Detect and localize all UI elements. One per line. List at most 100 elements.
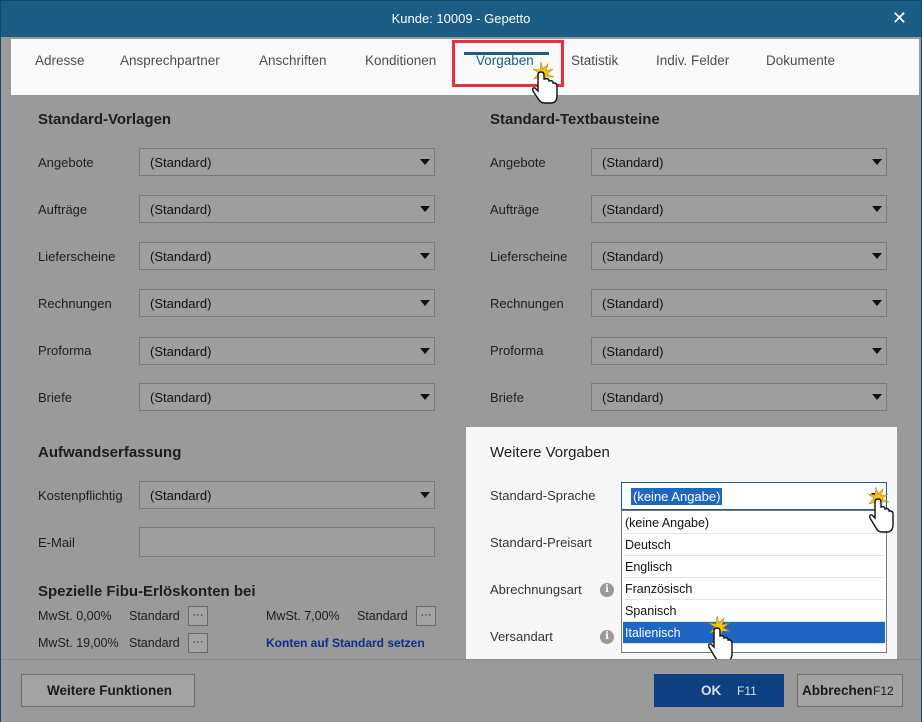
preisart-label: Standard-Preisart — [490, 535, 592, 550]
vorlagen-label-lieferscheine: Lieferscheine — [38, 249, 116, 264]
tab-anschriften[interactable]: Anschriften — [259, 53, 327, 68]
kosten-select[interactable]: (Standard) — [139, 481, 435, 509]
language-option-spanisch[interactable]: Spanisch — [623, 600, 885, 622]
hand-cursor-icon — [867, 486, 894, 533]
customer-dialog: Kunde: 10009 - Gepetto ✕ Adresse Ansprec… — [0, 0, 922, 722]
hand-cursor-icon — [708, 615, 733, 662]
fibu-value-2: Standard — [129, 636, 180, 650]
language-option-none[interactable]: (keine Angabe) — [623, 512, 885, 534]
tab-dokumente[interactable]: Dokumente — [766, 53, 835, 68]
kosten-label: Kostenpflichtig — [38, 488, 123, 503]
tab-statistik[interactable]: Statistik — [571, 53, 618, 68]
section-title-textbausteine: Standard-Textbausteine — [490, 111, 660, 128]
section-title-aufwand: Aufwandserfassung — [38, 444, 182, 461]
window-title: Kunde: 10009 - Gepetto — [391, 11, 531, 26]
select-value: (Standard) — [602, 249, 664, 264]
shortcut-label: F12 — [873, 684, 894, 698]
fibu-browse-button-0[interactable]: ··· — [188, 606, 208, 626]
text-select-auftraege[interactable]: (Standard) — [591, 195, 887, 223]
chevron-down-icon — [420, 492, 430, 498]
vorlagen-label-auftraege: Aufträge — [38, 202, 88, 217]
close-icon[interactable]: ✕ — [892, 9, 907, 27]
language-option-italienisch[interactable]: Italienisch — [623, 622, 885, 644]
chevron-down-icon — [872, 300, 882, 306]
text-label-proforma: Proforma — [490, 343, 544, 358]
ok-button[interactable]: OK F11 — [654, 674, 784, 707]
hand-cursor-icon — [532, 61, 558, 104]
tab-indiv-felder[interactable]: Indiv. Felder — [656, 53, 729, 68]
select-value: (Standard) — [602, 296, 664, 311]
select-value: (Standard) — [150, 344, 212, 359]
chevron-down-icon — [420, 300, 430, 306]
select-value: (Standard) — [150, 488, 212, 503]
tab-adresse[interactable]: Adresse — [35, 53, 85, 68]
chevron-down-icon — [420, 348, 430, 354]
title-bar: Kunde: 10009 - Gepetto ✕ — [1, 1, 921, 37]
select-value: (Standard) — [602, 344, 664, 359]
vorlagen-label-angebote: Angebote — [38, 155, 94, 170]
fibu-label-0: MwSt. 0,00% — [38, 609, 112, 623]
sprache-label: Standard-Sprache — [490, 488, 596, 503]
vorlagen-label-briefe: Briefe — [38, 390, 72, 405]
text-label-briefe: Briefe — [490, 390, 524, 405]
vorlagen-select-auftraege[interactable]: (Standard) — [139, 195, 435, 223]
vorlagen-select-lieferscheine[interactable]: (Standard) — [139, 242, 435, 270]
section-title-weitere: Weitere Vorgaben — [490, 444, 610, 461]
weitere-funktionen-button[interactable]: Weitere Funktionen — [21, 674, 195, 707]
shortcut-label: F11 — [737, 684, 757, 698]
section-title-fibu: Spezielle Fibu-Erlöskonten bei — [38, 583, 256, 600]
info-icon[interactable]: i — [600, 630, 614, 644]
versand-label: Versandart — [490, 629, 553, 644]
chevron-down-icon — [420, 206, 430, 212]
select-value: (Standard) — [602, 202, 664, 217]
info-icon[interactable]: i — [600, 583, 614, 597]
fibu-browse-button-2[interactable]: ··· — [188, 633, 208, 653]
tab-konditionen[interactable]: Konditionen — [365, 53, 436, 68]
select-value: (Standard) — [150, 390, 212, 405]
text-label-auftraege: Aufträge — [490, 202, 540, 217]
text-select-lieferscheine[interactable]: (Standard) — [591, 242, 887, 270]
language-option-englisch[interactable]: Englisch — [623, 556, 885, 578]
vorlagen-select-rechnungen[interactable]: (Standard) — [139, 289, 435, 317]
fibu-value-0: Standard — [129, 609, 180, 623]
button-label: OK — [701, 683, 722, 698]
text-select-angebote[interactable]: (Standard) — [591, 148, 887, 176]
email-label: E-Mail — [38, 535, 75, 550]
select-value: (Standard) — [150, 155, 212, 170]
vorlagen-select-angebote[interactable]: (Standard) — [139, 148, 435, 176]
select-value: (Standard) — [602, 155, 664, 170]
language-dropdown-list: (keine Angabe) Deutsch Englisch Französi… — [621, 510, 887, 653]
text-select-briefe[interactable]: (Standard) — [591, 383, 887, 411]
chevron-down-icon — [872, 348, 882, 354]
chevron-down-icon — [872, 206, 882, 212]
vorlagen-select-briefe[interactable]: (Standard) — [139, 383, 435, 411]
language-option-franzoesisch[interactable]: Französisch — [623, 578, 885, 600]
fibu-label-2: MwSt. 19,00% — [38, 636, 119, 650]
fibu-browse-button-1[interactable]: ··· — [416, 606, 436, 626]
text-select-proforma[interactable]: (Standard) — [591, 337, 887, 365]
fibu-label-1: MwSt. 7,00% — [266, 609, 340, 623]
language-option-deutsch[interactable]: Deutsch — [623, 534, 885, 556]
language-select[interactable]: (keine Angabe) — [621, 482, 887, 510]
text-label-angebote: Angebote — [490, 155, 546, 170]
select-value: (Standard) — [150, 296, 212, 311]
tab-ansprechpartner[interactable]: Ansprechpartner — [120, 53, 220, 68]
chevron-down-icon — [420, 394, 430, 400]
text-select-rechnungen[interactable]: (Standard) — [591, 289, 887, 317]
vorlagen-label-rechnungen: Rechnungen — [38, 296, 112, 311]
select-value: (Standard) — [150, 249, 212, 264]
chevron-down-icon — [420, 159, 430, 165]
section-title-vorlagen: Standard-Vorlagen — [38, 111, 172, 128]
button-label: Weitere Funktionen — [47, 683, 173, 698]
email-field[interactable] — [139, 527, 435, 557]
reset-accounts-link[interactable]: Konten auf Standard setzen — [266, 636, 425, 650]
cancel-button[interactable]: Abbrechen F12 — [797, 674, 903, 707]
select-value: (keine Angabe) — [631, 488, 723, 505]
select-value: (Standard) — [150, 202, 212, 217]
abrechnung-label: Abrechnungsart — [490, 582, 582, 597]
select-value: (Standard) — [602, 390, 664, 405]
vorlagen-select-proforma[interactable]: (Standard) — [139, 337, 435, 365]
text-label-rechnungen: Rechnungen — [490, 296, 564, 311]
vorlagen-label-proforma: Proforma — [38, 343, 92, 358]
fibu-value-1: Standard — [357, 609, 408, 623]
